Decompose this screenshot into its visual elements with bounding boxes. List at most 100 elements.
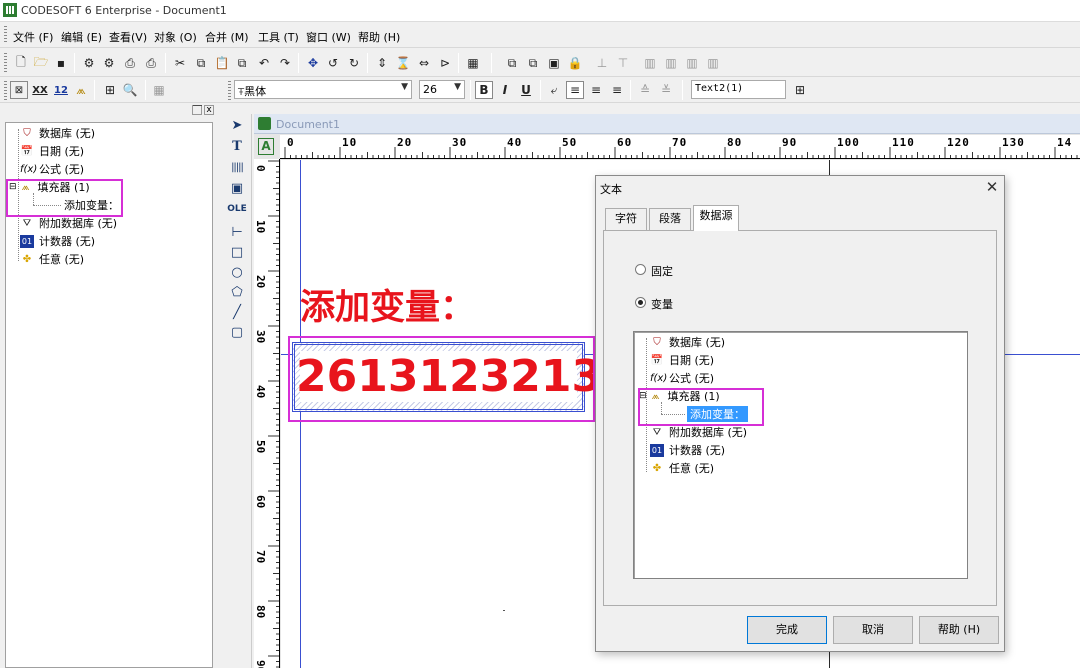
variable-icon[interactable]: ⊠: [10, 81, 28, 99]
align-top-icon[interactable]: ⊤: [614, 54, 632, 72]
text-object-field[interactable]: Text2(1): [691, 80, 786, 99]
spacing-down-icon[interactable]: ≚: [657, 81, 675, 99]
counter-icon[interactable]: XX: [31, 81, 49, 99]
text-tool-icon[interactable]: T: [227, 138, 247, 156]
close-icon[interactable]: ✕: [982, 178, 1002, 196]
menu-file[interactable]: 文件 (F): [13, 29, 53, 45]
tab-character[interactable]: 字符: [605, 208, 647, 230]
tree-item-counter[interactable]: 01 计数器 (无): [650, 442, 725, 458]
copy-icon[interactable]: ⧉: [192, 54, 210, 72]
print-labels-icon[interactable]: ⎙: [142, 54, 160, 72]
distribute-1-icon[interactable]: ▥: [641, 54, 659, 72]
vertical-resize-icon[interactable]: ⇕: [373, 54, 391, 72]
rounded-rect-tool-icon[interactable]: ▢: [227, 324, 247, 342]
tab-paragraph[interactable]: 段落: [649, 208, 691, 230]
menu-object[interactable]: 对象 (O): [154, 29, 197, 45]
underline-button[interactable]: U: [517, 81, 535, 99]
polygon-tool-icon[interactable]: ⬠: [227, 284, 247, 302]
font-size-combo[interactable]: 26 ▼: [419, 80, 465, 99]
duplicate-icon[interactable]: ⧉: [233, 54, 251, 72]
ole-tool-icon[interactable]: OLE: [227, 200, 247, 218]
chevron-down-icon[interactable]: ▼: [454, 82, 461, 92]
pointer-tool-icon[interactable]: ➤: [227, 117, 247, 135]
redo-icon[interactable]: ↷: [276, 54, 294, 72]
save-icon[interactable]: ▪: [52, 54, 70, 72]
grid-icon[interactable]: ▦: [150, 81, 168, 99]
bold-button[interactable]: B: [475, 81, 493, 99]
data-source-tree[interactable]: ⛉ 数据库 (无) 📅 日期 (无) f(x) 公式 (无) ⊟ ⩕ 填充器 (…: [633, 331, 968, 579]
diagonal-line-tool-icon[interactable]: ╱: [227, 304, 247, 322]
help-button[interactable]: 帮助 (H): [919, 616, 999, 644]
tree-item-formula[interactable]: f(x) 公式 (无): [650, 370, 714, 386]
zoom-icon[interactable]: 🔍: [121, 81, 139, 99]
lock-icon[interactable]: 🔒: [566, 54, 584, 72]
print-icon[interactable]: ⎙: [121, 54, 139, 72]
hourglass-icon[interactable]: ⌛: [394, 54, 412, 72]
filler-icon[interactable]: ⩕: [72, 81, 90, 99]
tree-item-free[interactable]: ✤ 任意 (无): [20, 251, 84, 267]
radio-fixed[interactable]: [635, 264, 646, 275]
panel-restore-icon[interactable]: ⎺: [192, 105, 202, 115]
send-back-icon[interactable]: ⧉: [524, 54, 542, 72]
align-center-icon[interactable]: ≡: [587, 81, 605, 99]
panel-close-icon[interactable]: x: [204, 105, 214, 115]
tree-item-extra-database[interactable]: ⛛ 附加数据库 (无): [650, 424, 747, 440]
radio-fixed-label[interactable]: 固定: [651, 263, 673, 279]
bring-front-icon[interactable]: ⧉: [503, 54, 521, 72]
tab-data-source[interactable]: 数据源: [693, 205, 739, 231]
tree-item-extra-database[interactable]: ⛛ 附加数据库 (无): [20, 215, 117, 231]
object-list-icon[interactable]: ⊞: [791, 81, 809, 99]
italic-button[interactable]: I: [496, 81, 514, 99]
paste-icon[interactable]: 📋: [213, 54, 231, 72]
spacing-up-icon[interactable]: ≙: [636, 81, 654, 99]
distribute-4-icon[interactable]: ▥: [704, 54, 722, 72]
mirror-icon[interactable]: ⊳: [436, 54, 454, 72]
distribute-3-icon[interactable]: ▥: [683, 54, 701, 72]
number-icon[interactable]: 12: [52, 81, 70, 99]
menu-edit[interactable]: 编辑 (E): [61, 29, 102, 45]
menu-view[interactable]: 查看(V): [109, 29, 147, 45]
image-tool-icon[interactable]: ▣: [227, 180, 247, 198]
horizontal-resize-icon[interactable]: ⇔: [415, 54, 433, 72]
align-bottom-icon[interactable]: ⊥: [593, 54, 611, 72]
tree-item-formula[interactable]: f(x) 公式 (无): [20, 161, 84, 177]
open-folder-icon[interactable]: 🗁: [32, 54, 50, 72]
new-document-icon[interactable]: 🗋: [12, 54, 30, 72]
rectangle-tool-icon[interactable]: □: [227, 244, 247, 262]
move-icon[interactable]: ✥: [304, 54, 322, 72]
print-setup-icon[interactable]: ⚙: [80, 54, 98, 72]
finish-button[interactable]: 完成: [747, 616, 827, 644]
tree-item-date[interactable]: 📅 日期 (无): [20, 143, 84, 159]
properties-icon[interactable]: ▣: [545, 54, 563, 72]
cut-icon[interactable]: ✂: [171, 54, 189, 72]
align-right-icon[interactable]: ≡: [608, 81, 626, 99]
font-name-combo[interactable]: Ŧ黑体 ▼: [234, 80, 412, 99]
calculator-icon[interactable]: ▦: [464, 54, 482, 72]
tree-item-counter[interactable]: 01 计数器 (无): [20, 233, 95, 249]
print-preview-icon[interactable]: ⚙: [100, 54, 118, 72]
rotate-left-icon[interactable]: ↺: [324, 54, 342, 72]
tree-item-date[interactable]: 📅 日期 (无): [650, 352, 714, 368]
menu-window[interactable]: 窗口 (W): [306, 29, 351, 45]
undo-icon[interactable]: ↶: [255, 54, 273, 72]
chevron-down-icon[interactable]: ▼: [401, 82, 408, 92]
menu-tools[interactable]: 工具 (T): [258, 29, 299, 45]
text-wrap-icon[interactable]: ⤶: [545, 81, 563, 99]
distribute-2-icon[interactable]: ▥: [662, 54, 680, 72]
tree-item-free[interactable]: ✤ 任意 (无): [650, 460, 714, 476]
tree-icon[interactable]: ⊞: [101, 81, 119, 99]
ruler-unit-icon[interactable]: A: [258, 138, 274, 155]
radio-variable[interactable]: [635, 297, 646, 308]
rotate-right-icon[interactable]: ↻: [345, 54, 363, 72]
tree-item-database[interactable]: ⛉ 数据库 (无): [650, 334, 725, 350]
ellipse-tool-icon[interactable]: ○: [227, 264, 247, 282]
menu-help[interactable]: 帮助 (H): [358, 29, 400, 45]
barcode-tool-icon[interactable]: |||||: [227, 159, 247, 177]
static-label-text[interactable]: 添加变量：: [300, 288, 475, 328]
radio-variable-label[interactable]: 变量: [651, 296, 673, 312]
line-tool-icon[interactable]: ⊢: [227, 224, 247, 242]
cancel-button[interactable]: 取消: [833, 616, 913, 644]
menu-merge[interactable]: 合并 (M): [205, 29, 249, 45]
align-left-icon[interactable]: ≡: [566, 81, 584, 99]
tree-item-database[interactable]: ⛉ 数据库 (无): [20, 125, 95, 141]
